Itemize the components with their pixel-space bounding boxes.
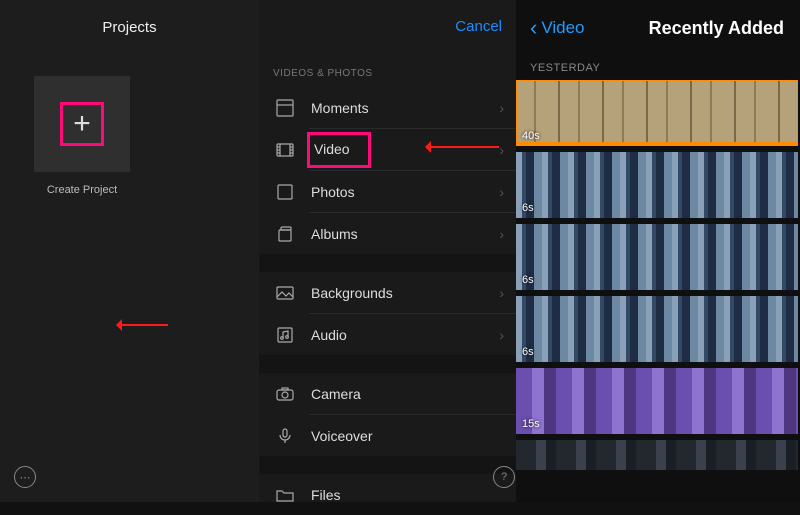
more-icon: ⋯ <box>20 471 31 484</box>
plus-icon: + <box>73 109 91 139</box>
cancel-button[interactable]: Cancel <box>455 18 502 35</box>
media-browser-panel: Cancel VIDEOS & PHOTOS Moments › Video ›… <box>259 0 516 502</box>
list-item-audio[interactable]: Audio › <box>259 314 516 355</box>
help-button[interactable]: ? <box>493 466 515 488</box>
list-item-voiceover[interactable]: Voiceover <box>259 415 516 456</box>
clip-row[interactable]: 15s <box>516 368 798 434</box>
voiceover-icon <box>273 427 297 445</box>
create-project-label: Create Project <box>22 184 142 196</box>
annotation-arrow <box>118 324 168 326</box>
moments-icon <box>273 99 297 117</box>
chevron-right-icon: › <box>499 327 516 343</box>
list-item-backgrounds[interactable]: Backgrounds › <box>259 272 516 313</box>
clip-row[interactable]: 6s <box>516 296 798 362</box>
chevron-left-icon: ‹ <box>530 17 537 39</box>
list-item-moments[interactable]: Moments › <box>259 87 516 128</box>
day-section-label: YESTERDAY <box>516 56 800 80</box>
annotation-arrow <box>427 146 499 148</box>
clip-row[interactable]: 6s <box>516 224 798 290</box>
create-project-tile[interactable]: + <box>34 76 130 172</box>
albums-icon <box>273 225 297 243</box>
media-grid-panel: ‹ Video Recently Added YESTERDAY 40s 6s … <box>516 0 800 502</box>
video-icon <box>273 141 297 159</box>
projects-header: Projects <box>0 0 259 56</box>
audio-icon <box>273 326 297 344</box>
projects-panel: Projects + Create Project ⋯ <box>0 0 259 502</box>
back-button[interactable]: ‹ Video <box>530 17 585 39</box>
chevron-right-icon: › <box>499 226 516 242</box>
chevron-right-icon: › <box>499 142 516 158</box>
list-item-camera[interactable]: Camera <box>259 373 516 414</box>
clip-row[interactable] <box>516 440 798 470</box>
section-header-videos-photos: VIDEOS & PHOTOS <box>259 56 516 87</box>
chevron-right-icon: › <box>499 184 516 200</box>
list-item-albums[interactable]: Albums › <box>259 213 516 254</box>
backgrounds-icon <box>273 284 297 302</box>
list-item-files[interactable]: Files <box>259 474 516 515</box>
page-title: Recently Added <box>585 18 786 39</box>
photos-icon <box>273 183 297 201</box>
clip-row[interactable]: 6s <box>516 152 798 218</box>
more-button[interactable]: ⋯ <box>14 466 36 488</box>
chevron-right-icon: › <box>499 285 516 301</box>
files-icon <box>273 486 297 504</box>
list-item-photos[interactable]: Photos › <box>259 171 516 212</box>
help-icon: ? <box>501 471 507 483</box>
camera-icon <box>273 385 297 403</box>
chevron-right-icon: › <box>499 100 516 116</box>
clip-row[interactable]: 40s <box>516 80 798 146</box>
list-item-video[interactable]: Video › <box>259 129 516 170</box>
